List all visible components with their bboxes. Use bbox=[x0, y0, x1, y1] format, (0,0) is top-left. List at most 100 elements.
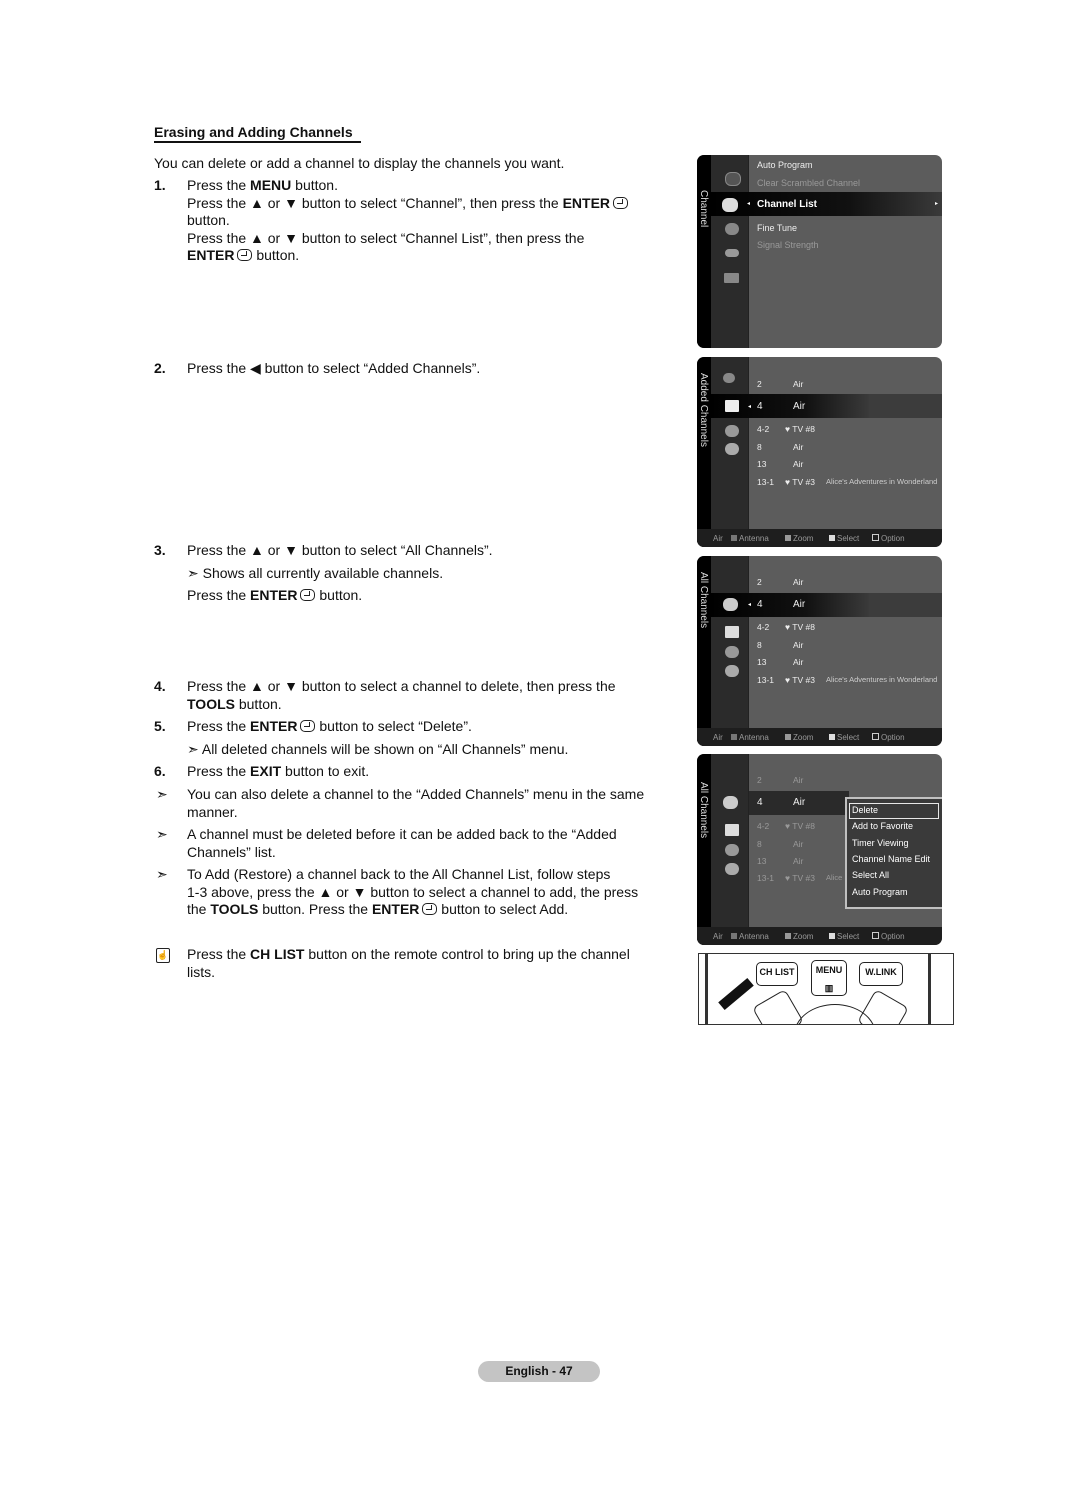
wlink-button[interactable]: W.LINK bbox=[859, 962, 903, 986]
left-caret-icon: ◂ bbox=[748, 404, 752, 410]
menu-button[interactable]: MENU ▥ bbox=[811, 960, 847, 996]
note-arrow-icon: ➣ bbox=[187, 740, 199, 757]
text: Press the ▲ or ▼ button to select “Chann… bbox=[187, 229, 585, 246]
menu-item-fine-tune[interactable]: Fine Tune bbox=[757, 223, 797, 233]
channel-number[interactable]: 2 bbox=[757, 577, 762, 587]
programmed-icon bbox=[725, 863, 739, 875]
option-add-to-favorite[interactable]: Add to Favorite bbox=[852, 821, 913, 831]
enter-key: ENTER bbox=[250, 718, 298, 734]
step-4: 4. Press the ▲ or ▼ button to select a c… bbox=[154, 678, 664, 713]
footer-air: Air bbox=[713, 932, 723, 941]
tools-icon bbox=[872, 534, 879, 541]
step-number: 1. bbox=[154, 177, 166, 193]
text: Press the bbox=[187, 177, 247, 193]
setup-gear-icon bbox=[725, 223, 739, 235]
favorite-heart-icon bbox=[725, 646, 739, 658]
pointer-arrow-icon bbox=[718, 977, 754, 1011]
enter-icon bbox=[300, 720, 316, 732]
tools-button[interactable] bbox=[752, 989, 804, 1024]
chlist-button[interactable]: CH LIST bbox=[756, 962, 798, 986]
channel-number[interactable]: 13 bbox=[757, 657, 766, 667]
application-icon bbox=[724, 273, 739, 283]
menu-item-auto-program[interactable]: Auto Program bbox=[757, 160, 813, 170]
channel-number[interactable]: 13 bbox=[757, 856, 766, 866]
note-arrow-icon: ➣ bbox=[156, 866, 168, 882]
footer-option[interactable]: Option bbox=[881, 733, 905, 742]
menu-item-signal-strength[interactable]: Signal Strength bbox=[757, 240, 819, 250]
channel-type: Air bbox=[793, 379, 804, 389]
tab-label: Channel bbox=[698, 190, 709, 228]
menu-key: MENU bbox=[250, 177, 292, 193]
programmed-icon bbox=[725, 443, 739, 455]
option-channel-name-edit[interactable]: Channel Name Edit bbox=[852, 854, 930, 864]
channel-number[interactable]: 8 bbox=[757, 640, 762, 650]
enter-icon bbox=[300, 589, 316, 601]
red-key-icon bbox=[731, 734, 737, 740]
note-3: ➣ To Add (Restore) a channel back to the… bbox=[154, 866, 669, 919]
note-2: ➣ A channel must be deleted before it ca… bbox=[154, 826, 669, 861]
footer-bar: Air Antenna Zoom Select Option bbox=[697, 927, 942, 945]
channel-number[interactable]: 8 bbox=[757, 442, 762, 452]
red-key-icon bbox=[731, 933, 737, 939]
channel-number[interactable]: 4-2 bbox=[757, 821, 769, 831]
favorite-heart-icon bbox=[725, 425, 739, 437]
program-title: Alice's Adventures in Wonderland bbox=[826, 477, 938, 486]
footer-zoom[interactable]: Zoom bbox=[793, 932, 813, 941]
footer-air: Air bbox=[713, 534, 723, 543]
footer-antenna[interactable]: Antenna bbox=[739, 733, 769, 742]
text: button. bbox=[187, 212, 230, 228]
channel-number[interactable]: 4 bbox=[757, 599, 763, 610]
footer-select[interactable]: Select bbox=[837, 534, 859, 543]
menu-tab: All Channels bbox=[697, 556, 711, 746]
footer-select[interactable]: Select bbox=[837, 932, 859, 941]
yellow-key-icon bbox=[829, 734, 835, 740]
yellow-key-icon bbox=[829, 933, 835, 939]
remote-edge bbox=[928, 954, 931, 1024]
channel-number[interactable]: 4 bbox=[757, 401, 763, 412]
text: Press the bbox=[187, 946, 247, 962]
dpad[interactable] bbox=[794, 1004, 876, 1024]
channel-number[interactable]: 2 bbox=[757, 379, 762, 389]
channel-number[interactable]: 2 bbox=[757, 775, 762, 785]
text: Press the bbox=[187, 587, 247, 603]
menu-item-channel-list[interactable]: Channel List bbox=[757, 199, 817, 210]
footer-antenna[interactable]: Antenna bbox=[739, 932, 769, 941]
program-title: Alice bbox=[826, 873, 843, 882]
menu-item-clear-scrambled[interactable]: Clear Scrambled Channel bbox=[757, 178, 860, 188]
step-number: 4. bbox=[154, 678, 166, 694]
footer-select[interactable]: Select bbox=[837, 733, 859, 742]
remote-illustration: CH LIST MENU ▥ W.LINK bbox=[698, 953, 954, 1025]
channel-number[interactable]: 13-1 bbox=[757, 873, 774, 883]
footer-zoom[interactable]: Zoom bbox=[793, 534, 813, 543]
row-highlight bbox=[869, 593, 942, 617]
channel-number[interactable]: 4-2 bbox=[757, 424, 769, 434]
input-icon bbox=[725, 249, 739, 257]
step-number: 3. bbox=[154, 542, 166, 558]
option-auto-program[interactable]: Auto Program bbox=[852, 887, 908, 897]
tab-label: All Channels bbox=[698, 572, 709, 629]
text: Press the ◀ button to select “Added Chan… bbox=[187, 360, 481, 376]
channel-number[interactable]: 4-2 bbox=[757, 622, 769, 632]
option-delete[interactable]: Delete bbox=[852, 805, 878, 815]
enter-key: ENTER bbox=[250, 587, 298, 603]
menu-label: MENU bbox=[815, 965, 843, 975]
channel-number[interactable]: 13-1 bbox=[757, 675, 774, 685]
menu-tab: Channel bbox=[697, 155, 711, 348]
text: button on the remote control to bring up… bbox=[308, 946, 630, 962]
channel-number[interactable]: 8 bbox=[757, 839, 762, 849]
menu-tab: All Channels bbox=[697, 754, 711, 945]
footer-antenna[interactable]: Antenna bbox=[739, 534, 769, 543]
channel-type: Air bbox=[793, 459, 804, 469]
channel-number[interactable]: 4 bbox=[757, 797, 763, 808]
step-2: 2. Press the ◀ button to select “Added C… bbox=[154, 360, 664, 378]
green-key-icon bbox=[785, 535, 791, 541]
footer-option[interactable]: Option bbox=[881, 932, 905, 941]
footer-zoom[interactable]: Zoom bbox=[793, 733, 813, 742]
footer-option[interactable]: Option bbox=[881, 534, 905, 543]
option-timer-viewing[interactable]: Timer Viewing bbox=[852, 838, 909, 848]
text: button. bbox=[295, 177, 338, 193]
channel-number[interactable]: 13 bbox=[757, 459, 766, 469]
section-title: Erasing and Adding Channels bbox=[154, 124, 361, 143]
option-select-all[interactable]: Select All bbox=[852, 870, 889, 880]
channel-number[interactable]: 13-1 bbox=[757, 477, 774, 487]
